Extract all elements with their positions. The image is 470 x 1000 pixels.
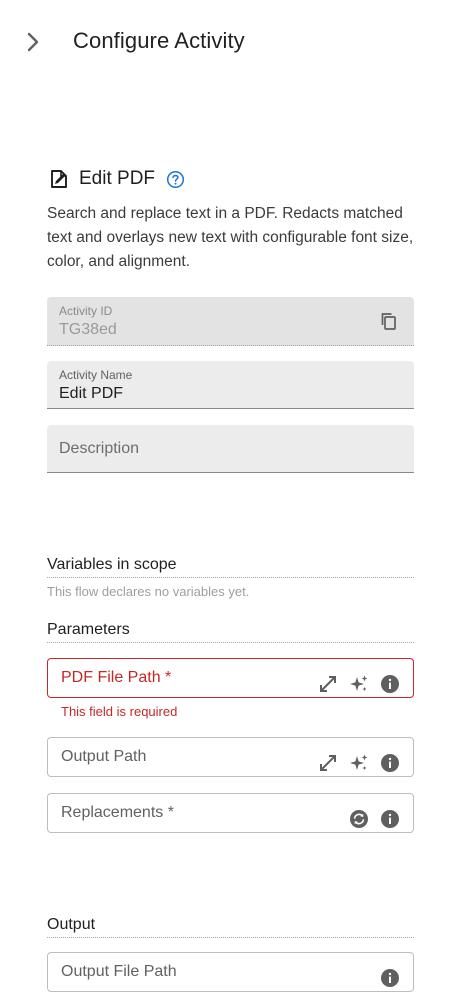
copy-id-button[interactable] [378, 310, 400, 332]
pdf-file-path-actions [317, 673, 401, 695]
output-file-path-field[interactable]: Output File Path [47, 952, 414, 992]
output-path-actions [317, 752, 401, 774]
activity-name-label: Activity Name [59, 368, 133, 382]
activity-name-value: Edit PDF [59, 385, 124, 402]
replacements-actions [348, 808, 401, 830]
activity-id-value: TG38ed [59, 321, 117, 338]
variables-section-title: Variables in scope [47, 556, 414, 578]
info-icon[interactable] [379, 808, 401, 830]
collapse-panel-button[interactable] [20, 28, 46, 56]
chevron-right-icon [27, 32, 39, 52]
replacements-field[interactable]: Replacements * [47, 793, 414, 833]
output-file-path-actions [379, 967, 401, 989]
sparkle-icon[interactable] [348, 673, 370, 695]
activity-title: Edit PDF [79, 168, 156, 189]
replacements-placeholder: Replacements * [61, 804, 174, 821]
description-field[interactable]: Description [47, 425, 414, 473]
variables-empty-text: This flow declares no variables yet. [47, 584, 250, 599]
description-placeholder: Description [59, 440, 140, 457]
output-path-field[interactable]: Output Path [47, 737, 414, 777]
edit-pdf-icon [47, 167, 71, 191]
info-icon[interactable] [379, 673, 401, 695]
help-icon[interactable] [165, 169, 185, 189]
parameters-section-title: Parameters [47, 621, 414, 643]
expand-icon[interactable] [317, 752, 339, 774]
activity-description: Search and replace text in a PDF. Redact… [47, 205, 414, 270]
pdf-file-path-field[interactable]: PDF File Path * [47, 658, 414, 698]
info-icon[interactable] [379, 967, 401, 989]
expand-icon[interactable] [317, 673, 339, 695]
sync-icon[interactable] [348, 808, 370, 830]
pdf-file-path-placeholder: PDF File Path * [61, 669, 172, 686]
activity-name-field[interactable]: Activity Name Edit PDF [47, 361, 414, 409]
output-section-title: Output [47, 916, 414, 938]
output-file-path-placeholder: Output File Path [61, 963, 177, 980]
info-icon[interactable] [379, 752, 401, 774]
activity-id-label: Activity ID [59, 304, 113, 318]
page-title: Configure Activity [73, 28, 245, 53]
panel-header: Configure Activity [0, 0, 470, 84]
output-path-placeholder: Output Path [61, 748, 147, 765]
sparkle-icon[interactable] [348, 752, 370, 774]
activity-header: Edit PDF [47, 165, 185, 193]
activity-id-field[interactable]: Activity ID TG38ed [47, 297, 414, 346]
copy-icon [381, 313, 396, 330]
pdf-file-path-error: This field is required [61, 704, 178, 719]
